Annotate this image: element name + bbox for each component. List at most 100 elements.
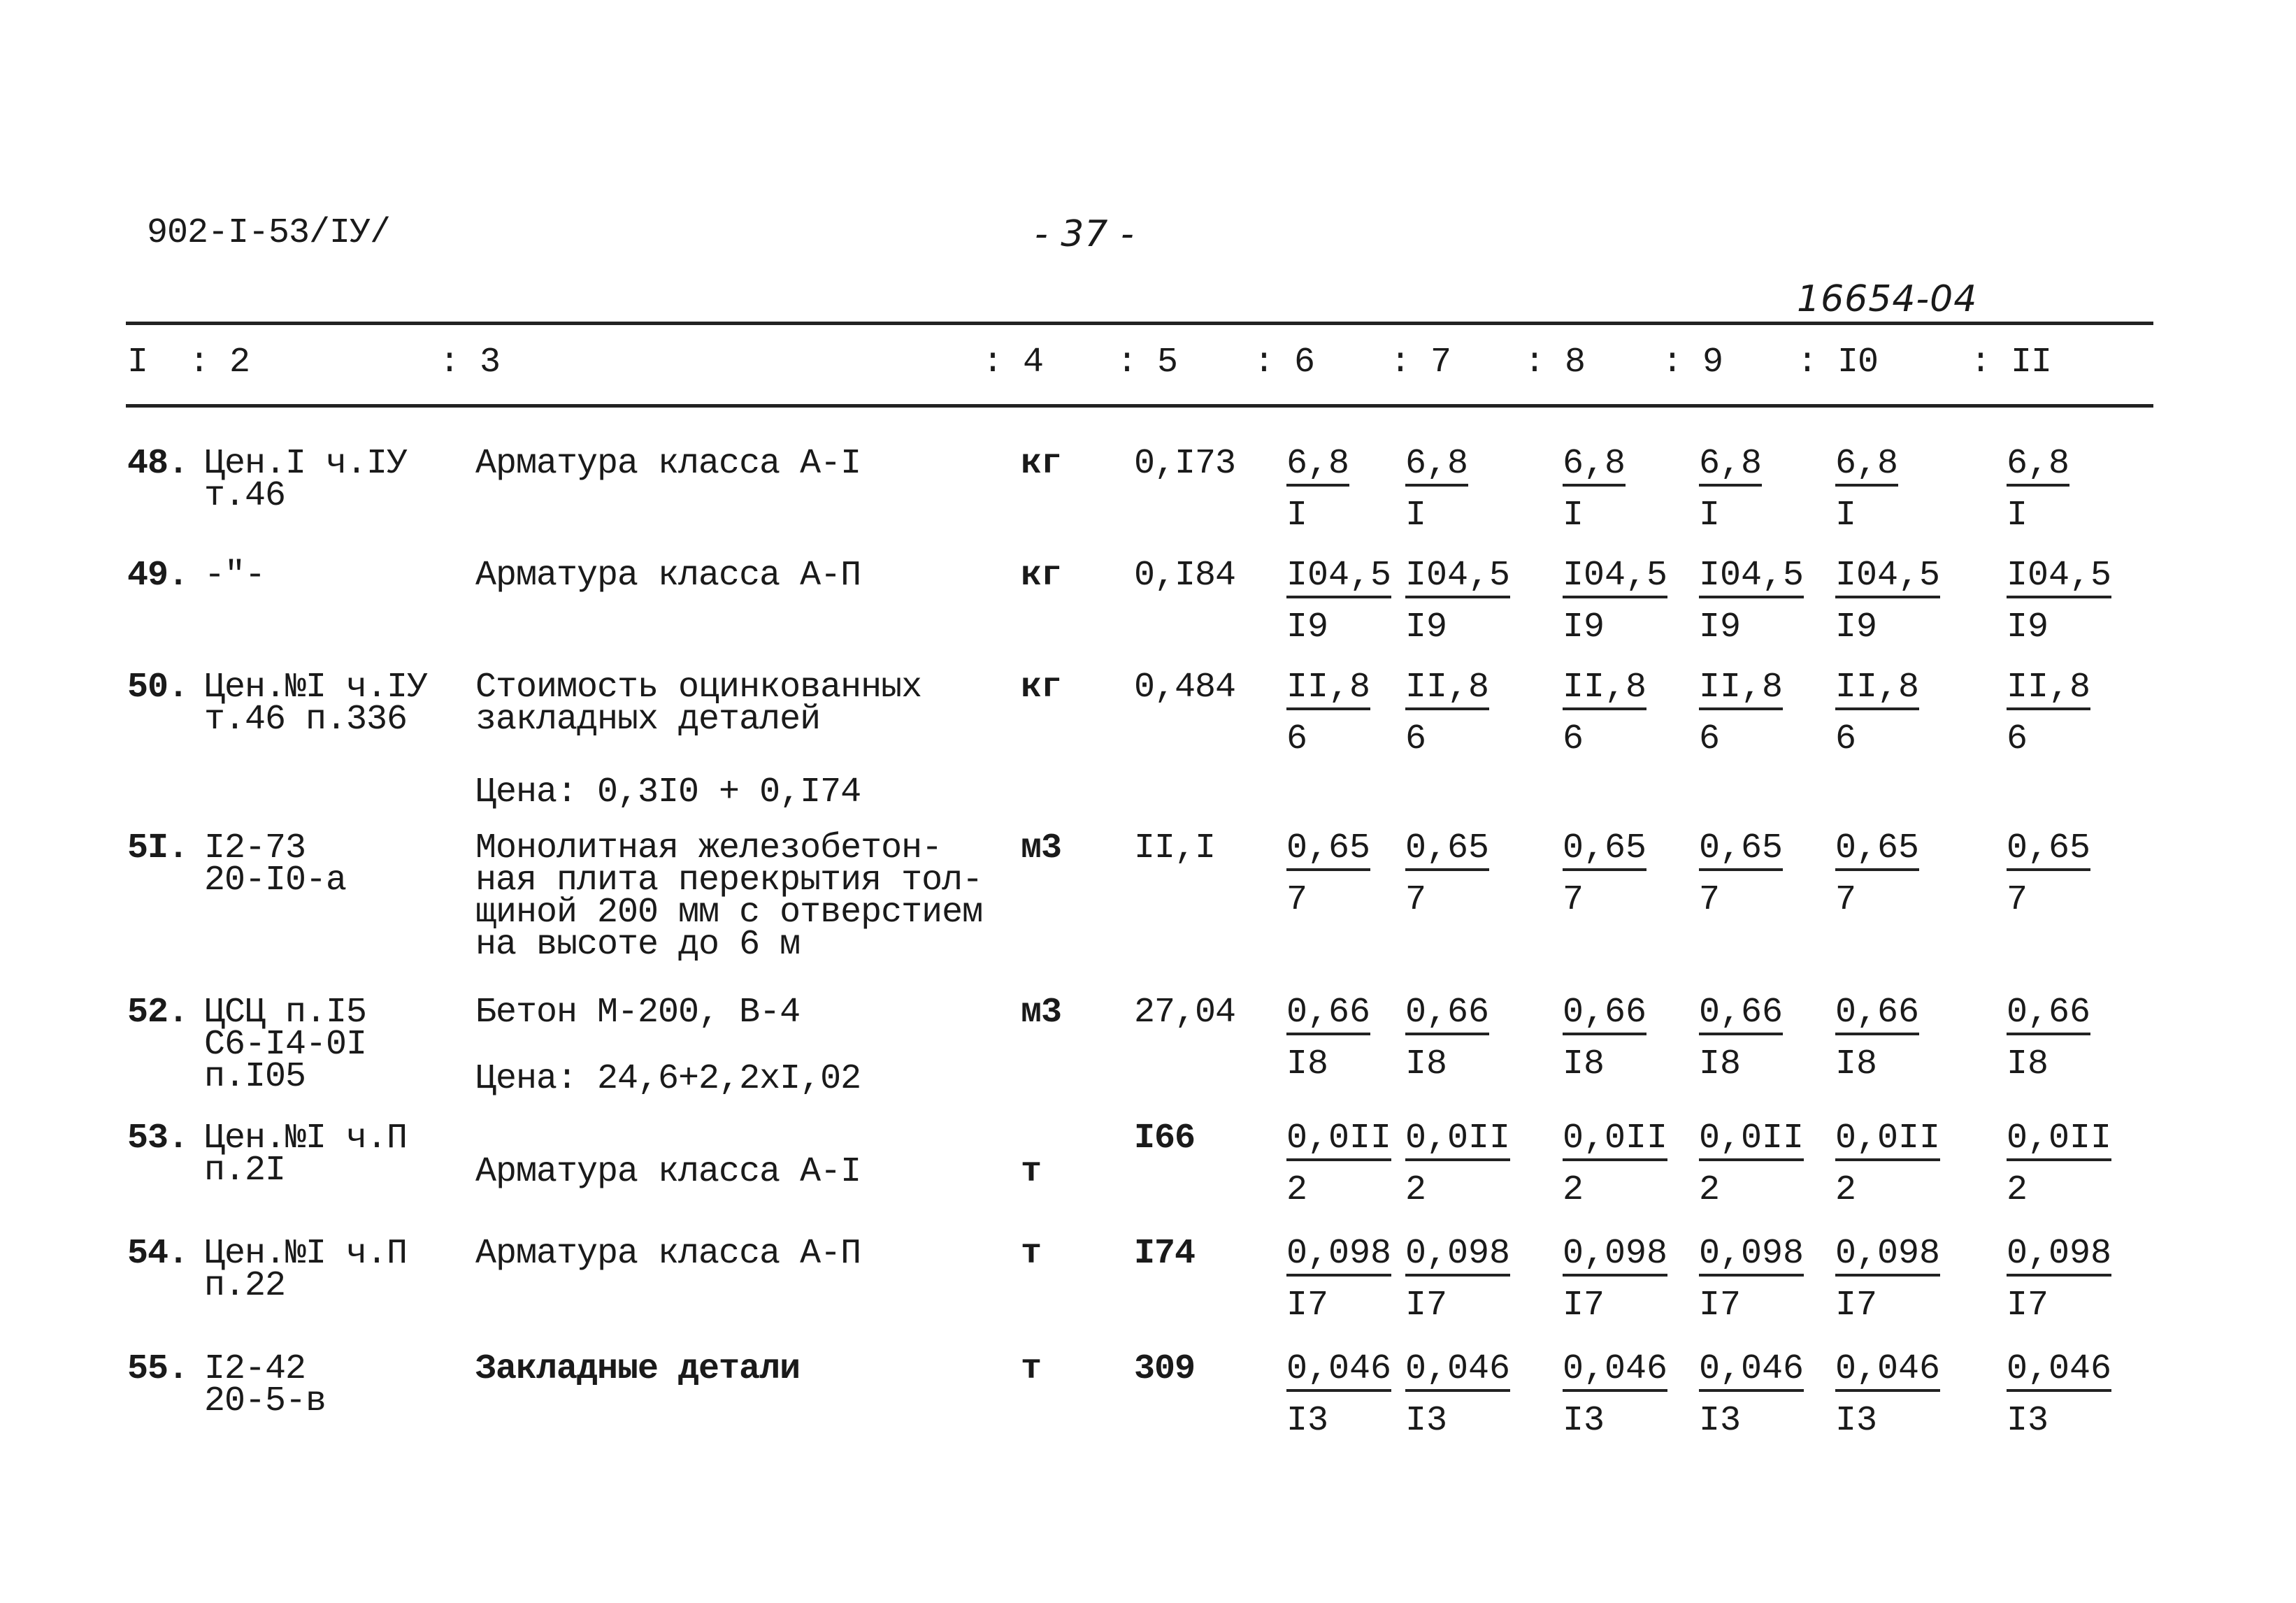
- row-number: 52.: [127, 993, 189, 1033]
- fraction-denominator: 2: [1563, 1170, 1584, 1210]
- fraction-numerator: 0,046: [1286, 1352, 1392, 1392]
- fraction-denominator: 6: [1286, 719, 1308, 759]
- row-reference: п.2I: [204, 1151, 286, 1191]
- fraction-numerator: 6,8: [1699, 447, 1763, 487]
- fraction-numerator: 0,66: [1405, 995, 1490, 1035]
- fraction-numerator: I04,5: [1286, 559, 1392, 598]
- fraction-denominator: I7: [1563, 1286, 1605, 1325]
- quantity-fraction: 0,0II 2: [2007, 1121, 2112, 1210]
- quantity-fraction: I04,5 I9: [2007, 559, 2112, 645]
- fraction-denominator: I3: [1286, 1401, 1329, 1441]
- fraction-numerator: 0,046: [1699, 1352, 1804, 1392]
- quantity-fraction: 0,66 I8: [1286, 995, 1371, 1084]
- fraction-numerator: 0,0II: [2007, 1121, 2112, 1161]
- quantity-fraction: 0,098 I7: [1699, 1237, 1804, 1323]
- quantity-fraction: 0,65 7: [1835, 831, 1920, 918]
- row-reference: т.46: [204, 476, 286, 516]
- fraction-denominator: I7: [1286, 1286, 1329, 1325]
- column-header: : 2: [189, 343, 250, 382]
- fraction-numerator: 0,046: [2007, 1352, 2112, 1392]
- quantity-fraction: II,8 6: [2007, 670, 2091, 757]
- row-unit: т: [1021, 1349, 1042, 1389]
- fraction-denominator: 7: [1405, 880, 1427, 920]
- column-header: : 7: [1390, 343, 1451, 382]
- row-description: Арматура класса А-I: [475, 1152, 861, 1192]
- fraction-numerator: II,8: [1835, 670, 1920, 710]
- row-unit-price: II,I: [1134, 828, 1216, 868]
- fraction-denominator: 2: [2007, 1170, 2028, 1210]
- row-unit-price: 0,I84: [1134, 556, 1236, 596]
- fraction-denominator: I8: [2007, 1044, 2049, 1084]
- fraction-numerator: 0,65: [1286, 831, 1371, 871]
- fraction-denominator: I7: [1405, 1286, 1448, 1325]
- row-description: закладных деталей: [475, 700, 821, 740]
- quantity-fraction: 0,098 I7: [1405, 1237, 1511, 1325]
- column-header: : I0: [1797, 343, 1879, 382]
- fraction-denominator: I8: [1286, 1044, 1329, 1084]
- quantity-fraction: I04,5 I9: [1699, 559, 1804, 645]
- inventory-number: 16654-04: [1797, 278, 1978, 320]
- fraction-numerator: I04,5: [1405, 559, 1511, 598]
- quantity-fraction: 0,0II 2: [1405, 1121, 1511, 1210]
- fraction-denominator: I8: [1699, 1044, 1742, 1084]
- fraction-denominator: 2: [1835, 1170, 1857, 1210]
- fraction-numerator: 0,098: [1405, 1237, 1511, 1277]
- quantity-fraction: I04,5 I9: [1835, 559, 1941, 645]
- row-unit-price: I74: [1134, 1234, 1196, 1274]
- row-description: Арматура класса А-П: [475, 1234, 861, 1274]
- column-header: : 8: [1524, 343, 1586, 382]
- fraction-numerator: I04,5: [1699, 559, 1804, 598]
- fraction-denominator: 2: [1405, 1170, 1427, 1210]
- fraction-numerator: 0,046: [1405, 1352, 1511, 1392]
- column-header: : 3: [439, 343, 501, 382]
- fraction-numerator: 0,098: [1699, 1237, 1804, 1277]
- quantity-fraction: 0,65 7: [1699, 831, 1784, 918]
- quantity-fraction: 0,66 I8: [1835, 995, 1920, 1084]
- fraction-numerator: I04,5: [2007, 559, 2112, 598]
- row-unit: т: [1021, 1152, 1042, 1192]
- column-header: : 9: [1662, 343, 1723, 382]
- row-description: Бетон М-200, В-4: [475, 993, 801, 1033]
- fraction-numerator: 0,098: [1286, 1237, 1392, 1277]
- row-number: 54.: [127, 1234, 189, 1274]
- fraction-numerator: II,8: [1286, 670, 1371, 710]
- fraction-numerator: 0,0II: [1835, 1121, 1941, 1161]
- fraction-numerator: I04,5: [1835, 559, 1941, 598]
- fraction-denominator: I7: [1835, 1286, 1878, 1325]
- fraction-numerator: I04,5: [1563, 559, 1668, 598]
- row-reference: 20-5-в: [204, 1381, 327, 1421]
- row-unit-price: 309: [1134, 1349, 1196, 1389]
- quantity-fraction: 0,66 I8: [1563, 995, 1647, 1084]
- fraction-numerator: 0,66: [1835, 995, 1920, 1035]
- quantity-fraction: 0,66 I8: [1405, 995, 1490, 1082]
- fraction-denominator: I9: [1699, 608, 1742, 647]
- fraction-denominator: 7: [1286, 880, 1308, 920]
- row-number: 5I.: [127, 828, 189, 868]
- fraction-denominator: 6: [1405, 719, 1427, 759]
- column-header: : 4: [982, 343, 1044, 382]
- row-unit: м3: [1021, 993, 1062, 1033]
- fraction-denominator: I9: [1405, 608, 1448, 647]
- fraction-numerator: 0,65: [1699, 831, 1784, 871]
- quantity-fraction: 6,8 I: [1286, 447, 1350, 535]
- fraction-denominator: I: [1286, 496, 1308, 535]
- fraction-denominator: I: [1563, 496, 1584, 535]
- fraction-numerator: 0,0II: [1405, 1121, 1511, 1161]
- quantity-fraction: 0,046 I3: [1405, 1352, 1511, 1439]
- row-number: 50.: [127, 668, 189, 707]
- column-header: : 5: [1117, 343, 1178, 382]
- fraction-numerator: 0,098: [1563, 1237, 1668, 1277]
- row-number: 53.: [127, 1119, 189, 1158]
- fraction-denominator: 7: [2007, 880, 2028, 920]
- row-number: 48.: [127, 444, 189, 484]
- fraction-numerator: 0,66: [1286, 995, 1371, 1035]
- fraction-denominator: I8: [1835, 1044, 1878, 1084]
- row-unit-price: 0,484: [1134, 668, 1236, 707]
- fraction-numerator: 0,0II: [1563, 1121, 1668, 1161]
- quantity-fraction: I04,5 I9: [1286, 559, 1392, 645]
- fraction-denominator: I: [1405, 496, 1427, 535]
- fraction-denominator: I8: [1563, 1044, 1605, 1084]
- fraction-numerator: 0,65: [1835, 831, 1920, 871]
- row-description: Арматура класса А-П: [475, 556, 861, 596]
- row-number: 49.: [127, 556, 189, 596]
